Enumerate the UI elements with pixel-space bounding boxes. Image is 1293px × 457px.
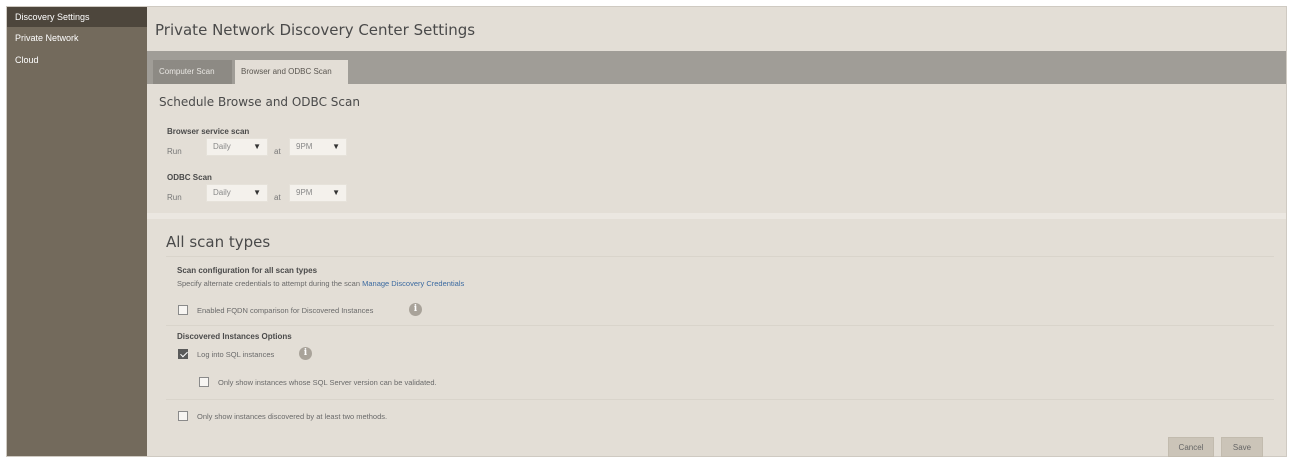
chevron-down-icon: ▼ bbox=[332, 188, 340, 197]
app-frame: Discovery Settings Private Network Cloud… bbox=[6, 6, 1287, 457]
odbc-scan-label: ODBC Scan bbox=[167, 173, 212, 182]
chevron-down-icon: ▼ bbox=[332, 142, 340, 151]
odbc-frequency-value: Daily bbox=[213, 188, 231, 197]
log-into-sql-checkbox[interactable] bbox=[178, 349, 188, 359]
page-title: Private Network Discovery Center Setting… bbox=[155, 21, 476, 39]
odbc-time-value: 9PM bbox=[296, 188, 313, 197]
browser-frequency-select[interactable]: Daily ▼ bbox=[206, 138, 268, 156]
browser-at-label: at bbox=[274, 147, 281, 156]
cancel-button[interactable]: Cancel bbox=[1168, 437, 1214, 457]
sidebar: Discovery Settings Private Network Cloud bbox=[7, 7, 147, 456]
sidebar-item-cloud[interactable]: Cloud bbox=[7, 49, 147, 71]
sidebar-item-discovery-settings[interactable]: Discovery Settings bbox=[7, 7, 147, 27]
only-validated-label: Only show instances whose SQL Server ver… bbox=[218, 378, 437, 387]
scan-config-desc-text: Specify alternate credentials to attempt… bbox=[177, 279, 361, 288]
bottom-divider bbox=[166, 399, 1274, 400]
log-into-sql-label: Log into SQL instances bbox=[197, 350, 275, 359]
two-methods-checkbox[interactable] bbox=[178, 411, 188, 421]
fqdn-comparison-label: Enabled FQDN comparison for Discovered I… bbox=[197, 306, 374, 315]
all-scan-divider bbox=[166, 256, 1274, 257]
tab-bar: Computer Scan Browser and ODBC Scan bbox=[147, 51, 1286, 84]
browser-scan-label: Browser service scan bbox=[167, 127, 250, 136]
scan-config-description: Specify alternate credentials to attempt… bbox=[177, 279, 464, 288]
odbc-frequency-select[interactable]: Daily ▼ bbox=[206, 184, 268, 202]
browser-time-select[interactable]: 9PM ▼ bbox=[289, 138, 347, 156]
browser-run-label: Run bbox=[167, 147, 182, 156]
browser-time-value: 9PM bbox=[296, 142, 313, 151]
manage-discovery-credentials-link[interactable]: Manage Discovery Credentials bbox=[362, 279, 464, 288]
only-validated-checkbox[interactable] bbox=[199, 377, 209, 387]
two-methods-label: Only show instances discovered by at lea… bbox=[197, 412, 388, 421]
info-icon[interactable]: i bbox=[409, 303, 422, 316]
options-divider bbox=[166, 325, 1274, 326]
schedule-section-title: Schedule Browse and ODBC Scan bbox=[159, 95, 360, 109]
odbc-run-label: Run bbox=[167, 193, 182, 202]
section-divider bbox=[147, 213, 1286, 219]
all-scan-types-title: All scan types bbox=[166, 233, 271, 251]
odbc-time-select[interactable]: 9PM ▼ bbox=[289, 184, 347, 202]
sidebar-item-private-network[interactable]: Private Network bbox=[7, 27, 147, 49]
tab-computer-scan[interactable]: Computer Scan bbox=[153, 60, 232, 84]
main-panel: Private Network Discovery Center Setting… bbox=[147, 7, 1286, 457]
discovered-instances-heading: Discovered Instances Options bbox=[177, 332, 292, 341]
info-icon[interactable]: i bbox=[299, 347, 312, 360]
browser-frequency-value: Daily bbox=[213, 142, 231, 151]
tab-browser-odbc-scan[interactable]: Browser and ODBC Scan bbox=[235, 60, 348, 84]
save-button[interactable]: Save bbox=[1221, 437, 1263, 457]
chevron-down-icon: ▼ bbox=[253, 188, 261, 197]
chevron-down-icon: ▼ bbox=[253, 142, 261, 151]
scan-config-heading: Scan configuration for all scan types bbox=[177, 266, 318, 275]
odbc-at-label: at bbox=[274, 193, 281, 202]
fqdn-comparison-checkbox[interactable] bbox=[178, 305, 188, 315]
